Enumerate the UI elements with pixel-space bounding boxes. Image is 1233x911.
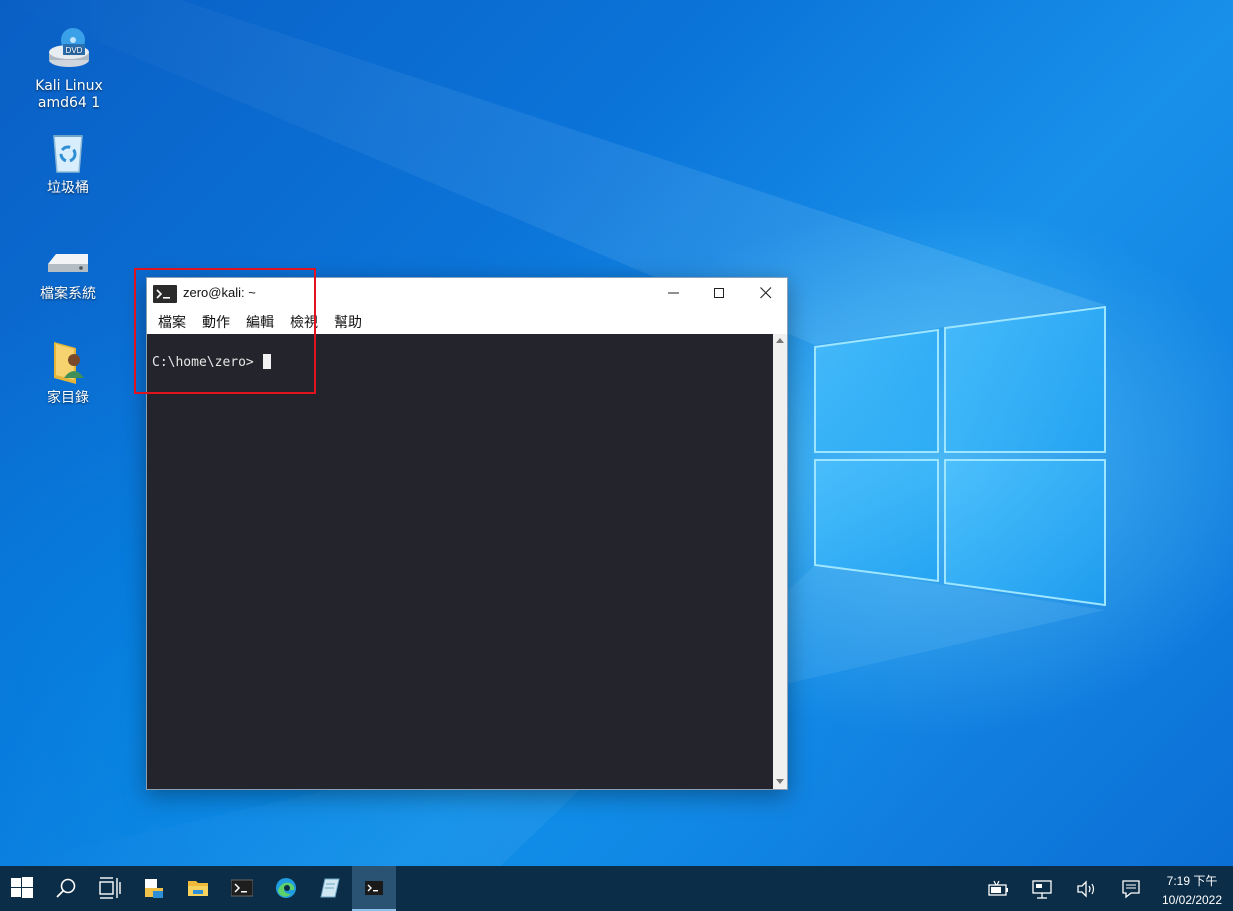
hard-drive-icon <box>48 254 88 272</box>
terminal-window[interactable]: zero@kali: ~ 檔案 動作 編輯 檢視 幫助 C:\home\zero… <box>146 277 788 790</box>
dvd-drive-icon: DVD <box>49 28 89 67</box>
volume-icon[interactable] <box>1075 878 1097 900</box>
desktop-icon-label: 垃圾桶 <box>47 180 89 196</box>
desktop-icon-label: 家目錄 <box>47 390 89 406</box>
close-button[interactable] <box>743 278 789 308</box>
minimize-button[interactable] <box>651 278 697 308</box>
maximize-icon <box>714 288 724 298</box>
desktop-icon-filesystem[interactable]: 檔案系統 <box>20 234 116 303</box>
close-icon <box>760 287 772 299</box>
notification-icon[interactable] <box>1120 878 1142 900</box>
desktop-icon-home[interactable]: 家目錄 <box>20 338 116 407</box>
folder-button[interactable] <box>176 866 220 911</box>
start-icon <box>11 877 33 898</box>
clock-time: 7:19 下午 <box>1166 874 1218 888</box>
maximize-button[interactable] <box>697 278 743 308</box>
desktop-icon-label: 檔案系統 <box>40 286 96 302</box>
task-view-icon <box>99 877 121 899</box>
terminal-active-button[interactable] <box>352 866 396 911</box>
menu-help[interactable]: 幫助 <box>334 312 362 332</box>
network-icon[interactable] <box>1031 878 1053 900</box>
dvd-badge: DVD <box>66 46 83 55</box>
clock-date: 10/02/2022 <box>1161 893 1223 907</box>
terminal-taskbar-button[interactable] <box>220 866 264 911</box>
vertical-scrollbar[interactable] <box>773 334 787 789</box>
menu-view[interactable]: 檢視 <box>290 312 318 332</box>
window-title: zero@kali: ~ <box>183 285 256 300</box>
menu-edit[interactable]: 編輯 <box>246 312 274 332</box>
system-clock[interactable]: 7:19 下午 10/02/2022 <box>1152 872 1232 910</box>
search-icon <box>56 878 76 898</box>
taskbar: 7:19 下午 10/02/2022 <box>0 866 1233 911</box>
notes-app-button[interactable] <box>308 866 352 911</box>
edge-button[interactable] <box>264 866 308 911</box>
title-bar[interactable]: zero@kali: ~ <box>147 278 787 308</box>
task-view-button[interactable] <box>88 866 132 911</box>
desktop-icon-recycle-bin[interactable]: 垃圾桶 <box>20 128 116 197</box>
edge-icon <box>276 878 296 898</box>
scroll-down-icon[interactable] <box>776 779 784 784</box>
recycle-bin-icon <box>53 135 83 173</box>
prompt-line: C:\home\zero> <box>152 354 271 370</box>
search-button[interactable] <box>44 866 88 911</box>
terminal-icon <box>231 879 253 897</box>
notes-app-icon <box>320 878 340 898</box>
scroll-up-icon[interactable] <box>776 338 784 343</box>
minimize-icon <box>668 292 679 294</box>
terminal-console[interactable]: C:\home\zero> <box>147 334 773 789</box>
home-folder-icon <box>54 342 84 384</box>
desktop-icon-label: Kali Linux amd64 1 <box>35 78 103 111</box>
desktop-icon-kali-dvd[interactable]: DVD Kali Linux amd64 1 <box>21 26 117 112</box>
file-explorer-button[interactable] <box>132 866 176 911</box>
terminal-icon <box>153 285 177 303</box>
menu-file[interactable]: 檔案 <box>158 312 186 332</box>
terminal-active-icon <box>365 881 383 895</box>
battery-icon[interactable] <box>987 878 1009 900</box>
folder-icon <box>188 881 208 896</box>
start-button[interactable] <box>0 866 44 911</box>
text-cursor <box>262 354 271 369</box>
prompt-text: C:\home\zero> <box>152 355 262 370</box>
menu-bar: 檔案 動作 編輯 檢視 幫助 <box>147 308 787 334</box>
file-explorer-icon <box>145 879 163 898</box>
menu-actions[interactable]: 動作 <box>202 312 230 332</box>
